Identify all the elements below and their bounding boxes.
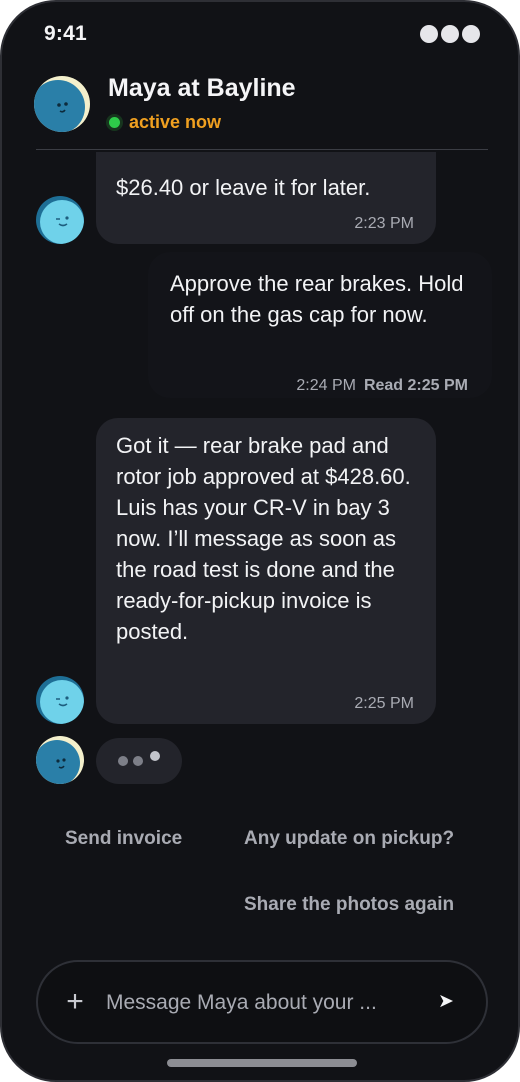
- typing-dot: [150, 751, 160, 761]
- message-text: $26.40 or leave it for later.: [116, 175, 371, 200]
- contact-avatar: [36, 736, 84, 784]
- status-dot: [462, 25, 480, 43]
- presence-status: active now: [106, 112, 221, 133]
- message-time: 2:23 PM: [354, 215, 414, 232]
- typing-dot: [118, 756, 128, 766]
- message-list[interactable]: $26.40 or leave it for later. 2:23 PM Ap…: [2, 152, 518, 792]
- chat-header: Maya at Bayline active now: [2, 64, 518, 152]
- presence-text: active now: [129, 112, 222, 132]
- home-indicator[interactable]: [167, 1059, 357, 1067]
- read-receipt: Read 2:25 PM: [363, 377, 468, 394]
- typing-dot: [133, 756, 143, 766]
- agent-avatar: [36, 196, 84, 244]
- message-time: 2:25 PM: [354, 695, 414, 712]
- header-divider: [36, 149, 488, 150]
- message-meta: 2:24 PM Read 2:25 PM: [296, 370, 468, 401]
- outgoing-message[interactable]: Approve the rear brakes. Hold off on the…: [148, 252, 492, 398]
- message-composer: + ➤: [36, 960, 488, 1044]
- message-input[interactable]: [106, 986, 416, 1020]
- status-time: 9:41: [44, 22, 87, 45]
- message-text: Approve the rear brakes. Hold off on the…: [170, 271, 464, 327]
- avatar-icon: [36, 196, 84, 244]
- avatar-icon: [36, 736, 84, 784]
- status-dot: [441, 25, 459, 43]
- send-icon[interactable]: ➤: [430, 986, 462, 1018]
- contact-avatar[interactable]: [34, 76, 90, 132]
- avatar-icon: [34, 76, 90, 132]
- status-dot: [420, 25, 438, 43]
- online-dot-icon: [106, 114, 123, 131]
- agent-avatar: [36, 676, 84, 724]
- message-time: 2:24 PM: [296, 377, 356, 394]
- incoming-message[interactable]: Got it — rear brake pad and rotor job ap…: [96, 418, 436, 724]
- typing-indicator: [96, 738, 182, 784]
- contact-name: Maya at Bayline: [108, 74, 296, 102]
- avatar-icon: [36, 676, 84, 724]
- message-text: Got it — rear brake pad and rotor job ap…: [116, 433, 411, 644]
- quick-reply-share-photos[interactable]: Share the photos again: [244, 894, 454, 916]
- quick-reply-send-invoice[interactable]: Send invoice: [65, 828, 182, 850]
- status-bar: 9:41: [2, 2, 518, 64]
- quick-reply-pickup-update[interactable]: Any update on pickup?: [244, 828, 454, 850]
- quick-replies: Send invoice Any update on pickup? Share…: [2, 808, 518, 938]
- status-indicators: [420, 25, 480, 43]
- phone-frame: 9:41 Maya at Bayline active now $26.40 o…: [0, 0, 520, 1082]
- incoming-message[interactable]: $26.40 or leave it for later. 2:23 PM: [96, 152, 436, 244]
- plus-icon[interactable]: +: [60, 982, 90, 1022]
